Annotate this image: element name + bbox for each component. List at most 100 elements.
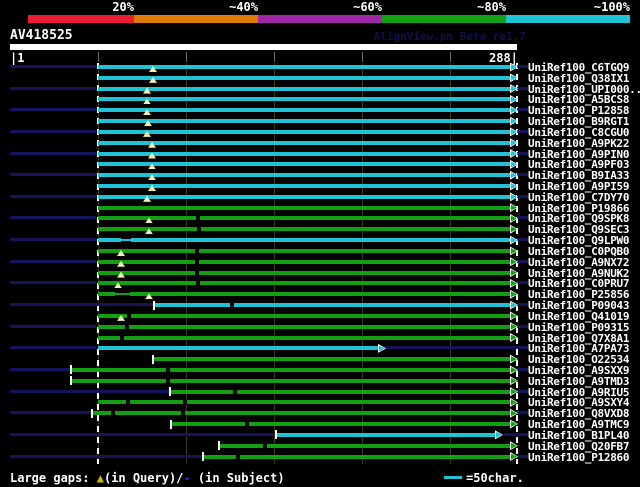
- subject-extent-line: [517, 411, 528, 415]
- subject-gap-tick: [197, 227, 201, 232]
- scale-color-segment: [506, 15, 630, 23]
- subject-start-tick: [170, 419, 172, 429]
- alignment-bar[interactable]: [98, 400, 510, 405]
- subject-extent-line: [517, 389, 528, 393]
- subject-gap-tick: [196, 281, 200, 286]
- subject-gap-tick: [195, 259, 199, 264]
- subject-extent-line: [517, 86, 528, 90]
- alignment-bar[interactable]: [98, 129, 510, 134]
- alignment-bar[interactable]: [98, 227, 510, 232]
- alignment-bar[interactable]: [98, 75, 510, 80]
- gap-region-line: [121, 239, 131, 242]
- alignment-bar[interactable]: [98, 292, 510, 297]
- subject-start-tick: [70, 376, 72, 386]
- alignment-bar[interactable]: [98, 173, 510, 178]
- ruler-tick: [186, 52, 187, 62]
- alignment-bar[interactable]: [277, 432, 495, 437]
- subject-extent-line: [10, 108, 96, 112]
- subject-extent-line: [517, 129, 528, 133]
- subject-gap-tick: [195, 248, 199, 253]
- alignment-bar[interactable]: [98, 324, 510, 329]
- alignment-bar[interactable]: [154, 357, 510, 362]
- scale-percent-label: ~100%: [593, 0, 630, 14]
- alignment-bar[interactable]: [155, 303, 510, 308]
- subject-extent-line: [517, 367, 528, 371]
- alignment-bar[interactable]: [93, 411, 510, 416]
- subject-extent-line: [10, 303, 153, 307]
- alignment-bar[interactable]: [171, 389, 510, 394]
- subject-gap-tick: [111, 411, 115, 416]
- subject-extent-line: [517, 454, 528, 458]
- alignment-bar[interactable]: [98, 194, 510, 199]
- subject-extent-line: [10, 389, 169, 393]
- scale-color-segment: [382, 15, 506, 23]
- subject-extent-line: [10, 259, 96, 263]
- alignment-bar[interactable]: [98, 162, 510, 167]
- alignment-bar[interactable]: [72, 378, 510, 383]
- subject-gap-tick: [125, 324, 129, 329]
- subject-extent-line: [517, 151, 528, 155]
- ruler-tick: [450, 52, 451, 62]
- subject-extent-line: [517, 303, 528, 307]
- alignment-bar[interactable]: [98, 205, 510, 210]
- subject-extent-line: [517, 324, 528, 328]
- alignment-bar[interactable]: [98, 108, 510, 113]
- subject-extent-line: [10, 367, 70, 371]
- scale-note-label: =50char.: [466, 471, 524, 485]
- subject-gap-tick: [126, 400, 130, 405]
- subject-extent-line: [10, 216, 96, 220]
- alignment-bar[interactable]: [98, 335, 510, 340]
- alignment-bar[interactable]: [98, 151, 510, 156]
- scale-color-segment: [28, 15, 134, 23]
- subject-gap-tick: [166, 367, 170, 372]
- alignment-bar[interactable]: [98, 65, 510, 69]
- subject-extent-line: [517, 108, 528, 112]
- subject-extent-line: [10, 173, 96, 177]
- alignment-bar[interactable]: [172, 422, 510, 427]
- alignment-bar[interactable]: [98, 346, 378, 351]
- alignment-bar[interactable]: [98, 216, 510, 221]
- subject-extent-line: [517, 281, 528, 285]
- gap-legend-subject-text: (in Subject): [190, 471, 285, 485]
- subject-gap-tick: [120, 335, 124, 340]
- alignment-bar[interactable]: [98, 270, 510, 275]
- alignment-bar[interactable]: [98, 259, 510, 264]
- subject-extent-line: [517, 194, 528, 198]
- gap-dash-legend-icon: -: [183, 471, 191, 485]
- subject-extent-line: [10, 454, 202, 458]
- ruler-tick: [362, 52, 363, 62]
- subject-gap-tick: [166, 378, 170, 383]
- subject-extent-line: [10, 432, 275, 436]
- alignment-bar[interactable]: [204, 454, 510, 459]
- subject-gap-tick: [245, 422, 249, 427]
- gap-triangle-legend-icon: ▲: [96, 471, 104, 485]
- alignment-bar[interactable]: [98, 86, 510, 91]
- subject-extent-line: [10, 151, 96, 155]
- subject-extent-line: [10, 194, 96, 198]
- hit-label[interactable]: UniRef100_P12860: [528, 451, 629, 464]
- alignment-bar[interactable]: [72, 367, 510, 372]
- alignment-bar[interactable]: [98, 281, 510, 286]
- subject-gap-tick: [233, 389, 237, 394]
- alignment-bar[interactable]: [98, 97, 510, 102]
- alignment-bar[interactable]: [98, 140, 510, 145]
- subject-extent-line: [517, 238, 528, 242]
- alignview-screen: 20% ~40% ~60% ~80% ~100% AV418525 AlignView.…: [0, 0, 640, 487]
- alignment-bar[interactable]: [98, 313, 510, 318]
- subject-start-tick: [275, 430, 277, 440]
- alignment-bar[interactable]: [98, 238, 510, 243]
- subject-start-tick: [202, 452, 204, 462]
- alignment-bar[interactable]: [98, 119, 510, 124]
- alignment-bar[interactable]: [98, 248, 510, 253]
- subject-gap-tick: [196, 216, 200, 221]
- alignment-bar[interactable]: [98, 184, 510, 189]
- ruler-tick: [98, 52, 99, 62]
- subject-extent-line: [385, 346, 528, 350]
- app-version-label: AlignView.pm Beta re1.7: [373, 30, 526, 43]
- subject-extent-line: [10, 324, 96, 328]
- scale-color-segment: [134, 15, 258, 23]
- subject-extent-line: [10, 281, 96, 285]
- scale-percent-label: ~40%: [229, 0, 258, 14]
- subject-extent-line: [10, 346, 96, 350]
- scale-color-segment: [258, 15, 382, 23]
